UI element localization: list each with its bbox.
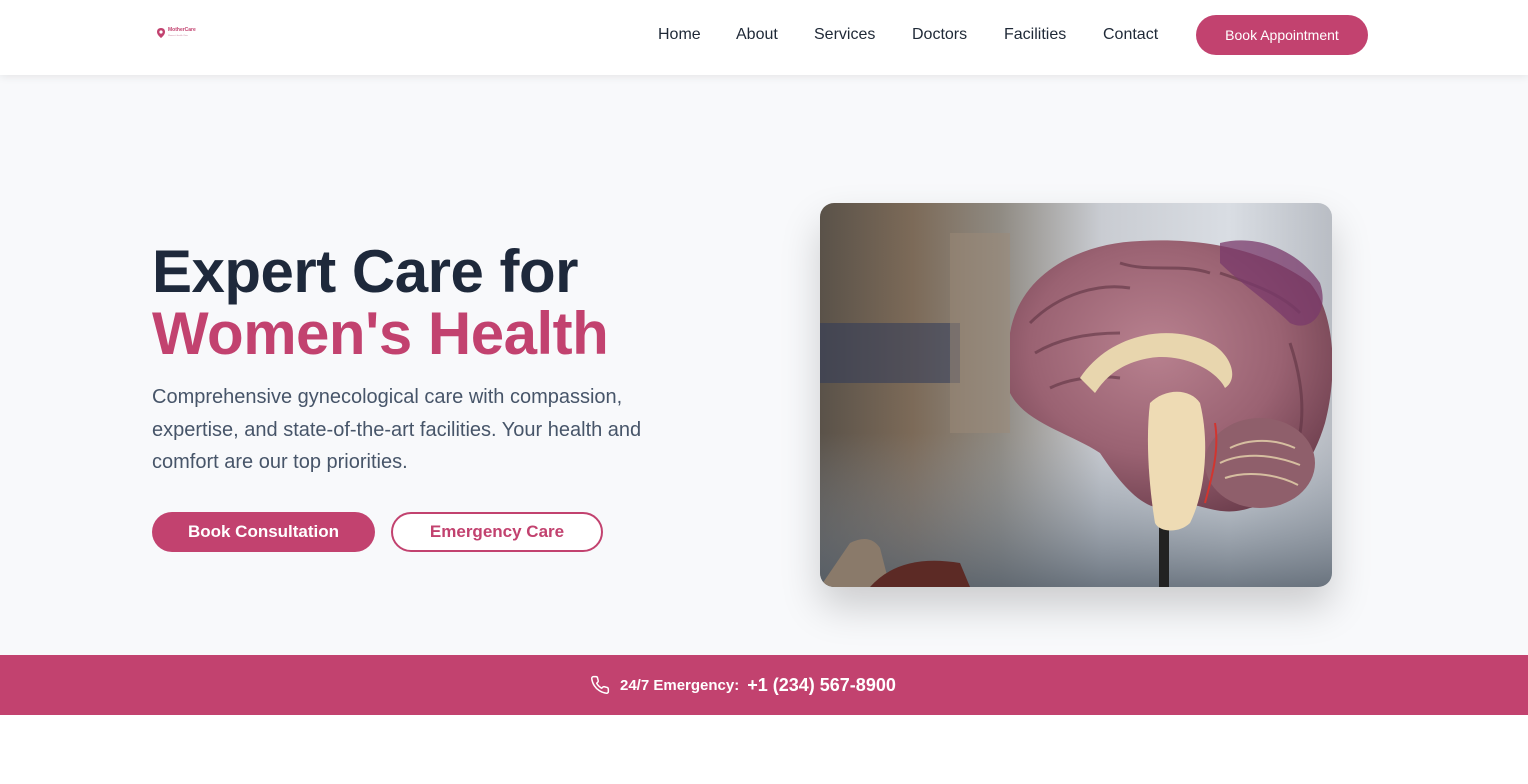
- book-appointment-button[interactable]: Book Appointment: [1196, 15, 1368, 55]
- hero-description: Comprehensive gynecological care with co…: [152, 386, 642, 473]
- nav-doctors[interactable]: Doctors: [912, 25, 967, 45]
- hero-headline: Expert Care for Women's Health: [152, 238, 609, 367]
- brain-model-illustration: [820, 203, 1332, 587]
- emergency-contact: 24/7 Emergency: +1 (234) 567-8900: [590, 675, 896, 695]
- book-consultation-button[interactable]: Book Consultation: [152, 512, 375, 552]
- emergency-phone-link[interactable]: +1 (234) 567-8900: [747, 675, 896, 696]
- nav-services[interactable]: Services: [814, 25, 875, 45]
- headline-line-1: Expert Care for: [152, 238, 578, 305]
- nav-facilities[interactable]: Facilities: [1004, 25, 1066, 45]
- hero-section: Expert Care for Women's Health Comprehen…: [0, 75, 1528, 655]
- headline-line-2: Women's Health: [152, 300, 609, 367]
- nav-contact[interactable]: Contact: [1103, 25, 1158, 45]
- site-header: MotherCare Women's Health Clinic Home Ab…: [0, 0, 1528, 75]
- emergency-care-button[interactable]: Emergency Care: [391, 512, 603, 552]
- nav-about[interactable]: About: [736, 25, 778, 45]
- emergency-bar: 24/7 Emergency: +1 (234) 567-8900: [0, 655, 1528, 715]
- emergency-label: 24/7 Emergency:: [620, 676, 740, 694]
- phone-icon: [591, 675, 610, 694]
- nav-home[interactable]: Home: [658, 25, 701, 45]
- hero-image-brain-model: [820, 203, 1332, 587]
